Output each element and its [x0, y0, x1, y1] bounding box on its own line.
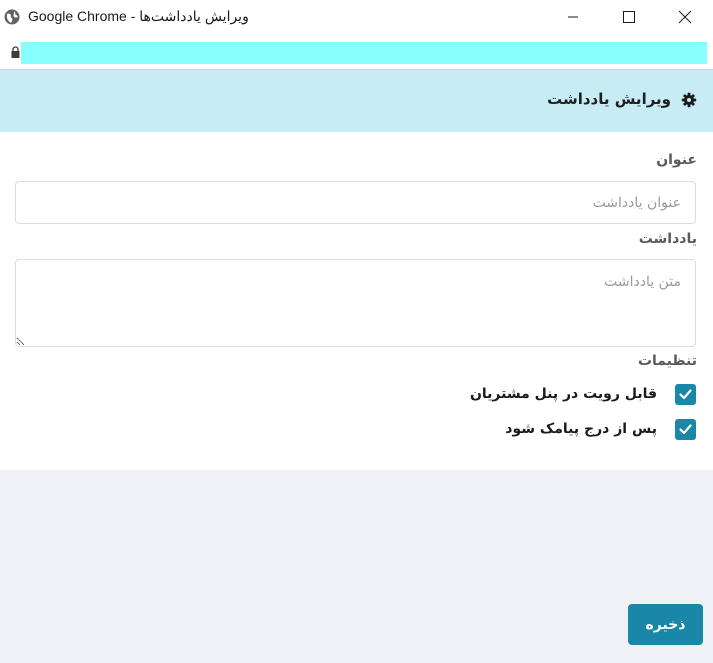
- url-field[interactable]: [21, 42, 707, 64]
- checkmark-icon: [679, 423, 692, 434]
- minimize-icon: [568, 16, 578, 18]
- send-sms-checkbox[interactable]: [675, 418, 696, 440]
- save-button[interactable]: ذخیره: [628, 604, 703, 645]
- window-titlebar: Google Chrome - ویرایش یادداشت‌ها: [0, 0, 713, 34]
- close-icon: [678, 10, 692, 24]
- send-sms-label: پس از درج پیامک شود: [505, 421, 657, 437]
- visible-to-customers-label: قابل رویت در پنل مشتریان: [469, 386, 657, 402]
- note-form: عنوان یادداشت تنظیمات قابل رویت در پنل م…: [0, 132, 713, 470]
- lock-icon: [11, 46, 20, 58]
- window-title: Google Chrome - ویرایش یادداشت‌ها: [28, 8, 249, 24]
- checkmark-icon: [679, 388, 692, 399]
- note-label: یادداشت: [638, 231, 697, 247]
- page-title: ویرایش یادداشت: [547, 90, 671, 108]
- visible-to-customers-checkbox[interactable]: [675, 383, 696, 405]
- address-bar: [0, 34, 713, 70]
- note-textarea[interactable]: [15, 259, 696, 347]
- minimize-button[interactable]: [545, 0, 601, 34]
- globe-icon: [4, 9, 20, 25]
- checkbox-row-visible-to-customers[interactable]: قابل رویت در پنل مشتریان: [470, 383, 696, 405]
- checkbox-row-send-sms[interactable]: پس از درج پیامک شود: [505, 418, 696, 440]
- close-button[interactable]: [657, 0, 713, 34]
- title-label: عنوان: [656, 152, 697, 168]
- panel-header: ویرایش یادداشت: [0, 70, 713, 132]
- maximize-button[interactable]: [601, 0, 657, 34]
- title-input[interactable]: [15, 181, 696, 224]
- maximize-icon: [623, 11, 635, 23]
- settings-label: تنظیمات: [637, 353, 697, 369]
- gear-icon: [681, 92, 697, 108]
